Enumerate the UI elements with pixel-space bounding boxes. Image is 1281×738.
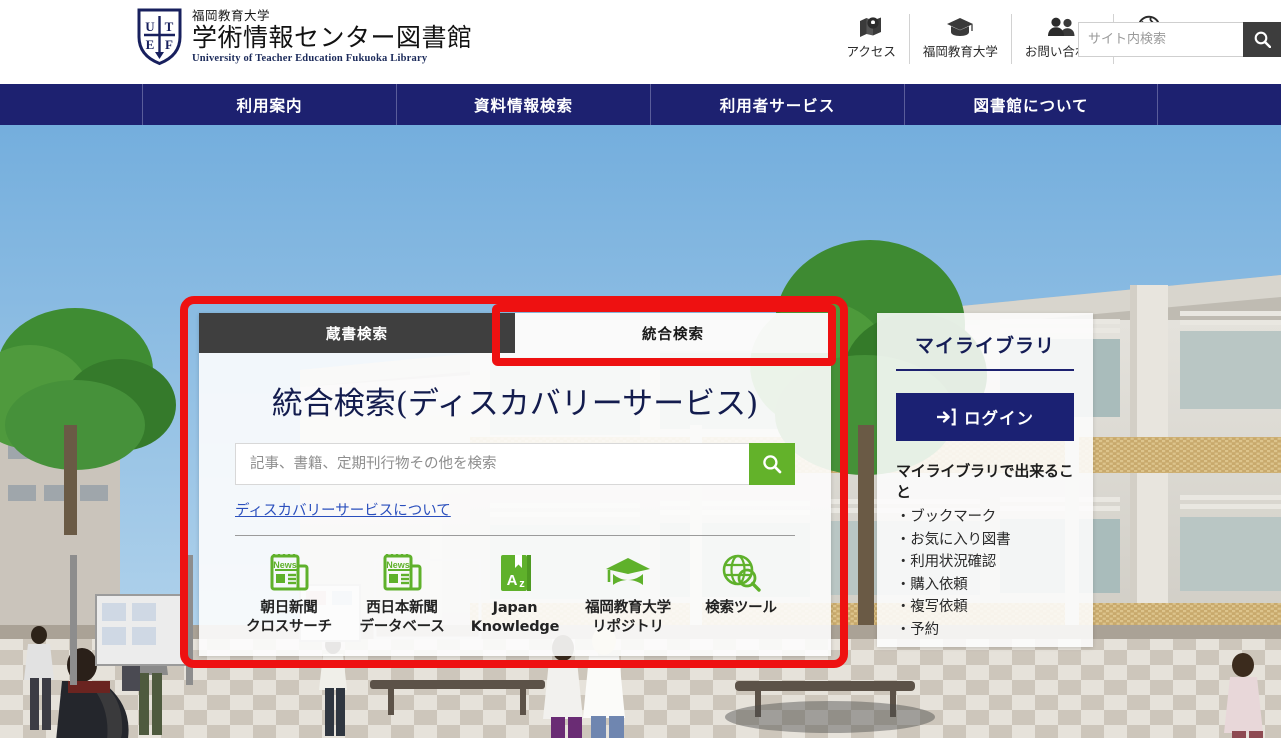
tab-catalog-search[interactable]: 蔵書検索 bbox=[199, 313, 515, 353]
main-nav: 利用案内 資料情報検索 利用者サービス 図書館について bbox=[0, 84, 1281, 125]
tool-asahi-crosssearch[interactable]: News 朝日新聞 クロスサーチ bbox=[235, 552, 343, 637]
tool-nishinippon-database[interactable]: News 西日本新聞 データベース bbox=[348, 552, 456, 637]
my-library-rule bbox=[896, 369, 1074, 371]
util-label-access: アクセス bbox=[846, 44, 896, 59]
list-item: ・お気に入り図書 bbox=[896, 531, 1011, 548]
logo-title: 学術情報センター図書館 bbox=[192, 22, 473, 52]
my-library-subtitle: マイライブラリで出来ること bbox=[896, 462, 1074, 501]
tool-label-asahi: 朝日新聞 クロスサーチ bbox=[246, 599, 332, 637]
nav-item-about[interactable]: 図書館について bbox=[904, 84, 1158, 125]
tool-label-searchtools: 検索ツール bbox=[705, 599, 777, 618]
search-icon bbox=[1254, 31, 1271, 48]
list-item: ・購入依頼 bbox=[896, 576, 968, 593]
tool-line1: 検索ツール bbox=[705, 600, 777, 616]
svg-text:A: A bbox=[507, 572, 518, 589]
graduation-cap-icon bbox=[604, 552, 652, 594]
list-item: ・予約 bbox=[896, 621, 939, 638]
svg-text:E: E bbox=[146, 37, 155, 52]
logo-kana: 福岡教育大学 bbox=[192, 7, 271, 23]
nav-item-guide[interactable]: 利用案内 bbox=[142, 84, 396, 125]
list-item: ・利用状況確認 bbox=[896, 554, 997, 570]
people-icon bbox=[1047, 14, 1077, 40]
utef-shield-icon: U T E F bbox=[137, 8, 182, 66]
map-pin-icon bbox=[859, 14, 883, 40]
tool-label-repository: 福岡教育大学 リポジトリ bbox=[585, 599, 671, 637]
panel-title: 統合検索(ディスカバリーサービス) bbox=[271, 386, 759, 422]
svg-text:News: News bbox=[273, 560, 297, 570]
about-discovery-service-link[interactable]: ディスカバリーサービスについて bbox=[235, 499, 451, 520]
my-library-feature-list: ・ブックマーク ・お気に入り図書 ・利用状況確認 ・購入依頼 ・複写依頼 ・予約 bbox=[896, 506, 1074, 641]
globe-search-icon bbox=[719, 552, 763, 594]
tab-integrated-search[interactable]: 統合検索 bbox=[515, 313, 831, 353]
nav-item-services[interactable]: 利用者サービス bbox=[650, 84, 904, 125]
login-button-label: ログイン bbox=[964, 409, 1034, 428]
search-tabs: 蔵書検索 統合検索 bbox=[199, 313, 831, 353]
tool-line1: Japan bbox=[492, 600, 538, 616]
logo-english: University of Teacher Education Fukuoka … bbox=[192, 52, 428, 64]
site-header: U T E F 福岡教育大学 学術情報センター図書館 University of… bbox=[0, 0, 1281, 84]
discovery-search-input[interactable] bbox=[235, 443, 749, 485]
nav-item-search[interactable]: 資料情報検索 bbox=[396, 84, 650, 125]
tool-line1: 西日本新聞 bbox=[366, 600, 438, 616]
site-search bbox=[1078, 22, 1281, 57]
tool-search-tools[interactable]: 検索ツール bbox=[687, 552, 795, 637]
database-tool-list: News 朝日新聞 クロスサーチ News 西日本新聞 データベース A z J… bbox=[235, 552, 795, 637]
panel-divider bbox=[235, 535, 795, 536]
list-item: ・ブックマーク bbox=[896, 509, 997, 525]
my-library-panel: マイライブラリ ログイン マイライブラリで出来ること ・ブックマーク ・お気に入… bbox=[877, 313, 1093, 647]
svg-text:U: U bbox=[145, 19, 155, 34]
login-arrow-icon bbox=[937, 408, 956, 426]
search-panel: 蔵書検索 統合検索 統合検索(ディスカバリーサービス) ディスカバリーサービスに… bbox=[199, 313, 831, 656]
svg-text:z: z bbox=[519, 578, 525, 590]
discovery-search-button[interactable] bbox=[749, 443, 795, 485]
tool-line1: 福岡教育大学 bbox=[585, 600, 671, 616]
tool-line2: リポジトリ bbox=[592, 619, 664, 635]
discovery-search-row bbox=[235, 443, 795, 485]
tool-utef-repository[interactable]: 福岡教育大学 リポジトリ bbox=[574, 552, 682, 637]
newspaper-icon: News bbox=[268, 552, 310, 594]
tool-label-nishinippon: 西日本新聞 データベース bbox=[359, 599, 444, 637]
search-panel-body: 統合検索(ディスカバリーサービス) ディスカバリーサービスについて bbox=[199, 378, 831, 637]
util-item-access[interactable]: アクセス bbox=[833, 14, 910, 64]
my-library-title: マイライブラリ bbox=[914, 335, 1055, 357]
login-button[interactable]: ログイン bbox=[896, 393, 1074, 441]
tool-line2: データベース bbox=[359, 619, 445, 635]
tool-japan-knowledge[interactable]: A z Japan Knowledge bbox=[461, 552, 569, 637]
page-root: U T E F 福岡教育大学 学術情報センター図書館 University of… bbox=[0, 0, 1281, 738]
tool-line2: Knowledge bbox=[470, 619, 560, 635]
util-label-university: 福岡教育大学 bbox=[922, 44, 998, 59]
util-item-university[interactable]: 福岡教育大学 bbox=[910, 14, 1012, 64]
svg-text:News: News bbox=[386, 560, 410, 570]
svg-text:T: T bbox=[165, 19, 174, 34]
list-item: ・複写依頼 bbox=[896, 599, 968, 615]
site-logo[interactable]: U T E F 福岡教育大学 学術情報センター図書館 University of… bbox=[136, 7, 473, 66]
site-search-button[interactable] bbox=[1243, 22, 1281, 57]
tool-line2: クロスサーチ bbox=[246, 619, 332, 635]
graduation-cap-icon bbox=[946, 14, 974, 40]
tool-line1: 朝日新聞 bbox=[260, 600, 318, 616]
site-search-input[interactable] bbox=[1078, 22, 1243, 57]
search-icon bbox=[763, 455, 782, 474]
svg-text:F: F bbox=[165, 37, 173, 52]
tool-label-japanknowledge: Japan Knowledge bbox=[471, 599, 560, 637]
newspaper-icon: News bbox=[381, 552, 423, 594]
dictionary-az-icon: A z bbox=[494, 552, 536, 594]
